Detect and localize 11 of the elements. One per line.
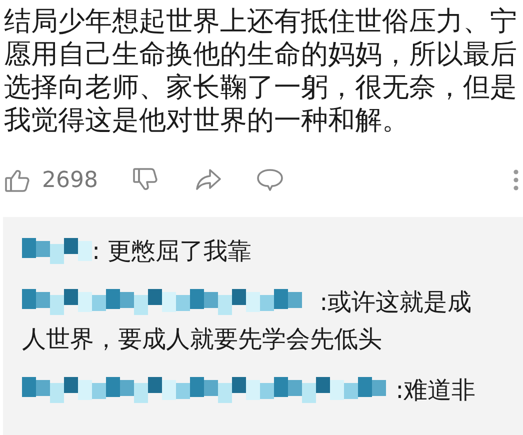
comment-text: 结局少年想起世界上还有抵住世俗压力、宁愿用自己生命换他的生命的妈妈，所以最后选择向老师、家长鞠了一躬，很无奈，但是我觉得这是他对世界的一种和解。 — [3, 5, 518, 137]
more-icon — [513, 168, 519, 192]
reply-text: : 更憋屈了我靠 — [92, 237, 252, 265]
reply-button[interactable] — [256, 166, 284, 194]
more-button[interactable] — [513, 168, 519, 192]
reply-text: :难道非 — [394, 376, 476, 404]
like-button[interactable]: 2698 — [4, 166, 98, 194]
reply-text: 人世界，要成人就要先学会先低头 — [22, 325, 382, 353]
speech-bubble-icon — [256, 166, 284, 194]
redacted-name — [22, 238, 92, 264]
reply-text: :或许这就是成 — [318, 288, 472, 316]
